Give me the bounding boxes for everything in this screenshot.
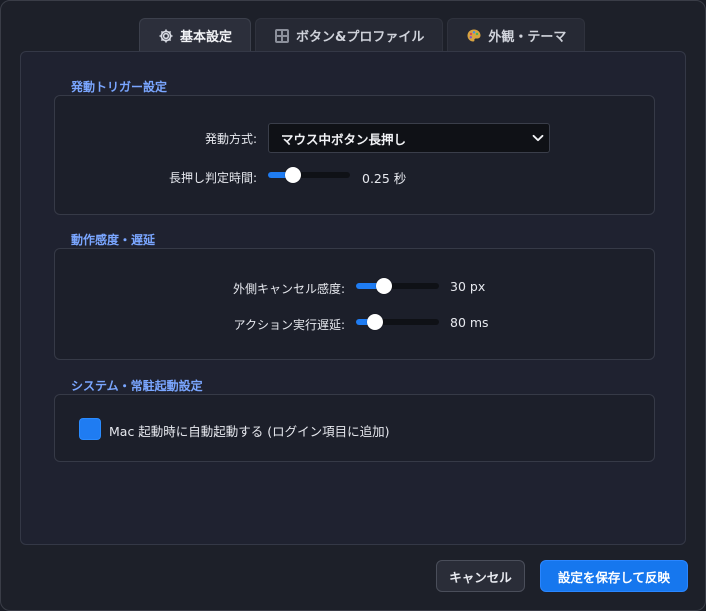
trigger-group: 発動方式: マウス中ボタン長押し 長押し判定時間: 0.25 秒 xyxy=(54,95,655,215)
section-title-trigger: 発動トリガー設定 xyxy=(71,80,168,94)
palette-icon xyxy=(466,28,482,44)
action-delay-slider[interactable] xyxy=(356,313,439,331)
slider-knob[interactable] xyxy=(376,278,392,294)
cancel-sensitivity-value: 30 px xyxy=(450,279,486,294)
section-title-sensitivity: 動作感度・遅延 xyxy=(71,233,156,247)
save-apply-button[interactable]: 設定を保存して反映 xyxy=(540,560,688,592)
slider-knob[interactable] xyxy=(367,314,383,330)
autostart-label[interactable]: Mac 起動時に自動起動する (ログイン項目に追加) xyxy=(109,421,390,440)
settings-panel: 発動トリガー設定 発動方式: マウス中ボタン長押し 長押し判定時間: 0.25 … xyxy=(20,51,686,545)
action-delay-value: 80 ms xyxy=(450,315,489,330)
longpress-value: 0.25 秒 xyxy=(362,171,407,186)
tab-buttons-profiles[interactable]: ボタン&プロファイル xyxy=(255,18,444,52)
sensitivity-group: 外側キャンセル感度: 30 px アクション実行遅延: 80 ms xyxy=(54,248,655,360)
section-title-system: システム・常駐起動設定 xyxy=(71,379,203,393)
method-select[interactable]: マウス中ボタン長押し xyxy=(268,123,550,153)
longpress-label: 長押し判定時間: xyxy=(168,171,257,185)
autostart-checkbox[interactable] xyxy=(79,418,101,440)
chevron-down-icon xyxy=(527,124,549,152)
settings-window: 基本設定 ボタン&プロファイル 外観・テーマ 発動トリガー設定 発動方式: マウ… xyxy=(0,0,706,611)
cancel-sensitivity-slider[interactable] xyxy=(356,277,439,295)
tab-bar: 基本設定 ボタン&プロファイル 外観・テーマ xyxy=(139,18,586,52)
tab-label: 基本設定 xyxy=(180,30,233,45)
tab-appearance-theme[interactable]: 外観・テーマ xyxy=(447,18,586,52)
cancel-button[interactable]: キャンセル xyxy=(436,560,525,592)
tab-basic-settings[interactable]: 基本設定 xyxy=(139,18,252,52)
grid-icon xyxy=(274,28,290,44)
method-select-value: マウス中ボタン長押し xyxy=(281,131,407,147)
gear-icon xyxy=(158,28,174,44)
method-label: 発動方式: xyxy=(204,132,257,146)
system-group: Mac 起動時に自動起動する (ログイン項目に追加) xyxy=(54,394,655,462)
slider-knob[interactable] xyxy=(285,167,301,183)
longpress-slider[interactable] xyxy=(268,166,350,184)
action-delay-label: アクション実行遅延: xyxy=(233,318,345,332)
tab-label: ボタン&プロファイル xyxy=(296,30,425,45)
cancel-sensitivity-label: 外側キャンセル感度: xyxy=(232,282,345,296)
tab-label: 外観・テーマ xyxy=(488,30,567,45)
